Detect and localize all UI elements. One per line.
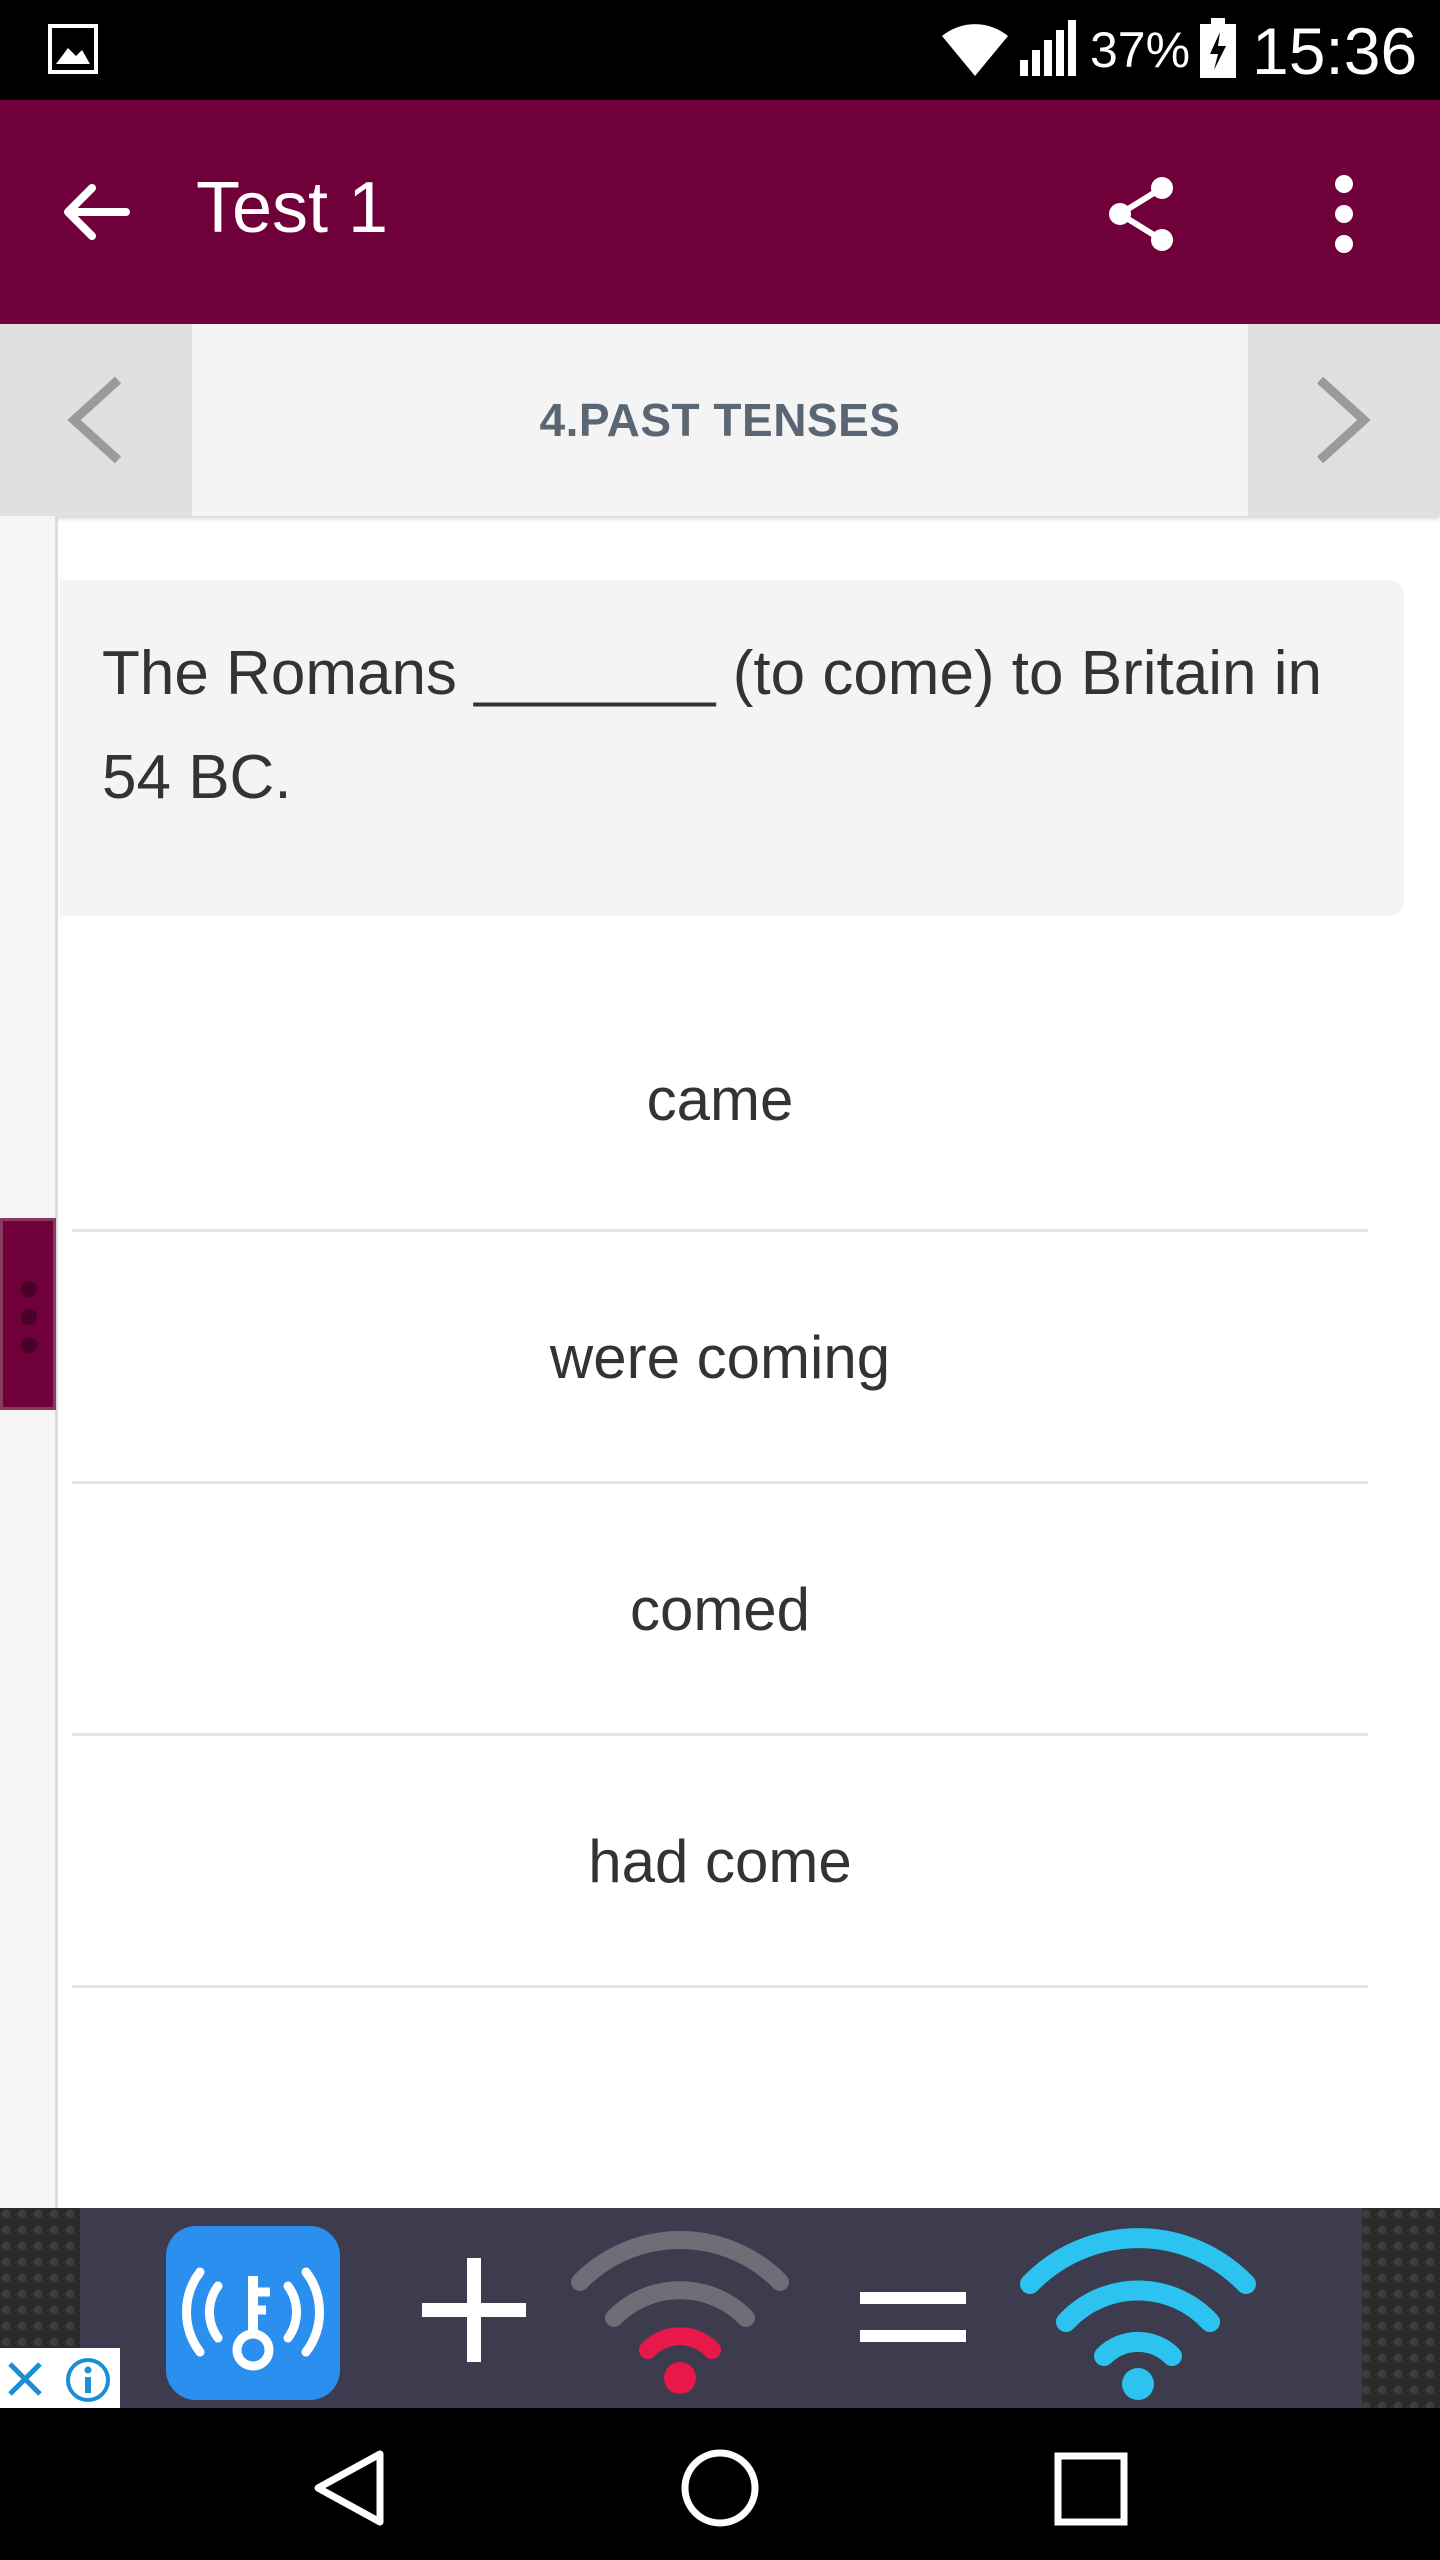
battery-charging-icon bbox=[1200, 18, 1236, 78]
status-bar: 37% 15:36 bbox=[0, 0, 1440, 100]
system-nav-bar bbox=[0, 2408, 1440, 2560]
nav-home-icon[interactable] bbox=[680, 2448, 760, 2528]
ad-banner[interactable] bbox=[0, 2208, 1440, 2408]
share-icon[interactable] bbox=[1106, 176, 1178, 252]
question-text: The Romans _______ (to come) to Britain … bbox=[102, 639, 1322, 812]
chevron-right-icon bbox=[1316, 376, 1371, 464]
close-icon[interactable] bbox=[6, 2360, 44, 2398]
drawer-handle[interactable] bbox=[0, 1218, 56, 1410]
next-section-button[interactable] bbox=[1248, 324, 1440, 516]
page-title: Test 1 bbox=[196, 168, 389, 248]
wifi-full-icon bbox=[1020, 2228, 1256, 2400]
nav-recents-icon[interactable] bbox=[1054, 2452, 1128, 2526]
section-nav: 4.PAST TENSES bbox=[0, 324, 1440, 516]
back-arrow-icon[interactable] bbox=[56, 172, 136, 252]
ad-content[interactable] bbox=[80, 2208, 1362, 2408]
wifi-weak-icon bbox=[571, 2231, 789, 2394]
answer-list: came were coming comed had come bbox=[72, 980, 1368, 1988]
drawer-handle-dot bbox=[21, 1337, 37, 1353]
answer-option[interactable]: had come bbox=[72, 1736, 1368, 1988]
question-card: The Romans _______ (to come) to Britain … bbox=[60, 580, 1404, 916]
equals-icon bbox=[860, 2292, 966, 2342]
nav-back-icon[interactable] bbox=[312, 2448, 386, 2528]
drawer-handle-dot bbox=[21, 1309, 37, 1325]
wifi-icon bbox=[942, 24, 1008, 76]
chevron-left-icon bbox=[67, 376, 122, 464]
signal-icon bbox=[1020, 20, 1076, 76]
gallery-icon bbox=[48, 24, 98, 74]
answer-option[interactable]: were coming bbox=[72, 1232, 1368, 1484]
clock: 15:36 bbox=[1252, 14, 1418, 88]
wifi-key-app-icon[interactable] bbox=[166, 2226, 340, 2400]
app-bar: Test 1 bbox=[0, 100, 1440, 324]
battery-percent: 37% bbox=[1090, 22, 1191, 78]
plus-icon bbox=[422, 2258, 526, 2362]
previous-section-button[interactable] bbox=[0, 324, 192, 516]
info-icon[interactable] bbox=[64, 2356, 112, 2404]
drawer-handle-dot bbox=[21, 1281, 37, 1297]
answer-option[interactable]: comed bbox=[72, 1484, 1368, 1736]
ad-controls bbox=[0, 2348, 120, 2408]
section-title: 4.PAST TENSES bbox=[539, 394, 901, 446]
more-vert-icon[interactable] bbox=[1312, 172, 1376, 256]
answer-option[interactable]: came bbox=[72, 980, 1368, 1232]
